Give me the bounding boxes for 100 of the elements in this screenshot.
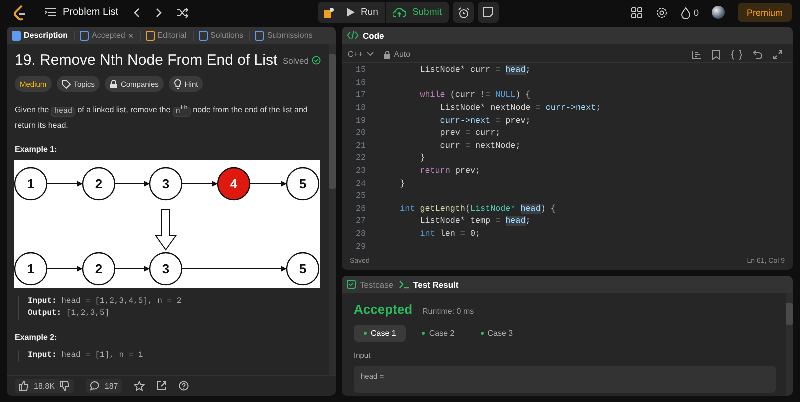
line-number: 25 <box>354 191 366 202</box>
checkbox-icon <box>347 280 356 289</box>
code-line: ListNode* nextNode = curr->next; <box>439 103 602 114</box>
chevron-left-icon[interactable] <box>132 8 141 18</box>
lock-icon <box>110 80 118 88</box>
mode-label: Auto <box>394 50 411 59</box>
play-icon <box>347 8 355 17</box>
list-node: 1 <box>14 166 48 200</box>
panel-tab[interactable]: Test Result <box>398 280 459 290</box>
tag-icon <box>62 80 71 88</box>
list-node: 2 <box>82 166 116 200</box>
list-node: 1 <box>14 252 48 286</box>
line-number: 19 <box>354 116 366 126</box>
list-node: 5 <box>286 252 320 286</box>
panel-tab[interactable]: Submissions <box>255 30 319 40</box>
code-line: } <box>419 153 426 164</box>
thumbs-up-icon[interactable] <box>19 381 29 391</box>
cloud-upload-icon <box>393 8 406 18</box>
tab-icon <box>80 30 90 40</box>
panel-tab[interactable]: Editorial <box>146 30 194 40</box>
list-node: 4 <box>217 166 251 200</box>
bookmark-icon[interactable] <box>712 50 721 60</box>
line-number: 21 <box>354 140 366 151</box>
panel-tab[interactable]: Description <box>12 30 76 40</box>
list-node: 3 <box>149 166 183 200</box>
scrollbar[interactable] <box>786 293 793 396</box>
undo-icon[interactable] <box>753 50 763 60</box>
problem-list-link[interactable]: Problem List <box>45 7 119 18</box>
line-number: 29 <box>354 242 366 252</box>
line-number: 17 <box>354 90 366 100</box>
arrow <box>182 180 218 186</box>
case-tab[interactable]: Case 3 <box>470 325 524 342</box>
logo-icon[interactable] <box>13 4 27 20</box>
panel-tab[interactable]: Accepted × <box>80 30 141 40</box>
avatar[interactable] <box>712 6 725 19</box>
streak-count: 0 <box>694 8 699 18</box>
drop-icon[interactable] <box>680 6 691 18</box>
lightbulb-icon <box>174 79 182 89</box>
comment-count: 187 <box>104 382 118 390</box>
runtime-label: Runtime: 0 ms <box>422 307 474 316</box>
code-tab[interactable]: Code <box>347 30 384 40</box>
like-count: 18.8K <box>34 382 55 390</box>
code-icon <box>347 31 359 40</box>
case-tab[interactable]: Case 1 <box>354 325 406 342</box>
star-icon[interactable] <box>134 380 146 392</box>
tab-icon <box>255 30 264 40</box>
braces-icon[interactable] <box>731 50 743 60</box>
settings-icon[interactable] <box>656 6 668 18</box>
panel-tab[interactable]: Testcase <box>347 280 394 290</box>
code-line: curr->next = prev; <box>439 116 531 126</box>
down-arrow <box>155 209 177 250</box>
line-number: 28 <box>354 229 366 240</box>
example-heading: Example 2: <box>15 332 58 342</box>
alarm-icon[interactable] <box>453 2 474 23</box>
arrow <box>250 180 287 186</box>
grid-icon[interactable] <box>630 6 643 18</box>
list-icon <box>45 8 56 17</box>
list-node: 2 <box>82 252 116 286</box>
help-icon[interactable] <box>179 381 190 391</box>
code-line: } <box>399 178 406 189</box>
shuffle-icon[interactable] <box>176 8 189 18</box>
example-line: Input: head = [1], n = 1 <box>28 350 144 362</box>
line-number: 16 <box>354 78 366 88</box>
example-line: Output: [1,2,3,5] <box>28 308 111 320</box>
code-line: ListNode* temp = head; <box>419 216 531 226</box>
thumbs-down-icon[interactable] <box>60 381 70 391</box>
line-number: 22 <box>354 153 366 164</box>
verdict-label: Accepted <box>354 302 413 317</box>
caret-icon <box>367 52 374 57</box>
code-line: return prev; <box>419 166 481 176</box>
code-line: while (curr != NULL) { <box>419 90 531 100</box>
case-tab[interactable]: Case 2 <box>412 325 465 342</box>
code-line: curr = nextNode; <box>439 140 521 151</box>
terminal-icon <box>398 280 410 289</box>
code-line: int len = 0; <box>419 229 481 240</box>
arrow <box>46 180 83 186</box>
code-line: prev = curr; <box>439 128 501 138</box>
tab-icon <box>12 30 21 40</box>
list-node: 5 <box>286 166 320 200</box>
expand-icon[interactable] <box>773 50 783 60</box>
submit-button[interactable]: Submit <box>385 2 450 23</box>
note-icon[interactable] <box>478 2 500 23</box>
comment-icon[interactable] <box>90 381 100 391</box>
arrow <box>46 266 83 272</box>
premium-button[interactable]: Premium <box>738 3 792 22</box>
check-icon <box>312 56 321 65</box>
lock-icon <box>384 50 392 58</box>
scrollbar[interactable] <box>329 44 336 375</box>
line-number: 15 <box>354 65 366 76</box>
language-dropdown[interactable]: C++ <box>348 50 374 59</box>
tab-icon <box>198 30 208 40</box>
example-line: Input: head = [1,2,3,4,5], n = 2 <box>28 296 183 308</box>
share-icon[interactable] <box>157 381 168 391</box>
code-line: int getLength(ListNode* head) { <box>399 204 556 214</box>
panel-tab[interactable]: Solutions <box>198 30 250 40</box>
close-icon[interactable]: × <box>128 30 134 40</box>
format-icon[interactable] <box>692 50 702 60</box>
chevron-right-icon[interactable] <box>154 8 163 18</box>
arrow <box>114 180 150 186</box>
debug-icon[interactable] <box>323 6 335 18</box>
